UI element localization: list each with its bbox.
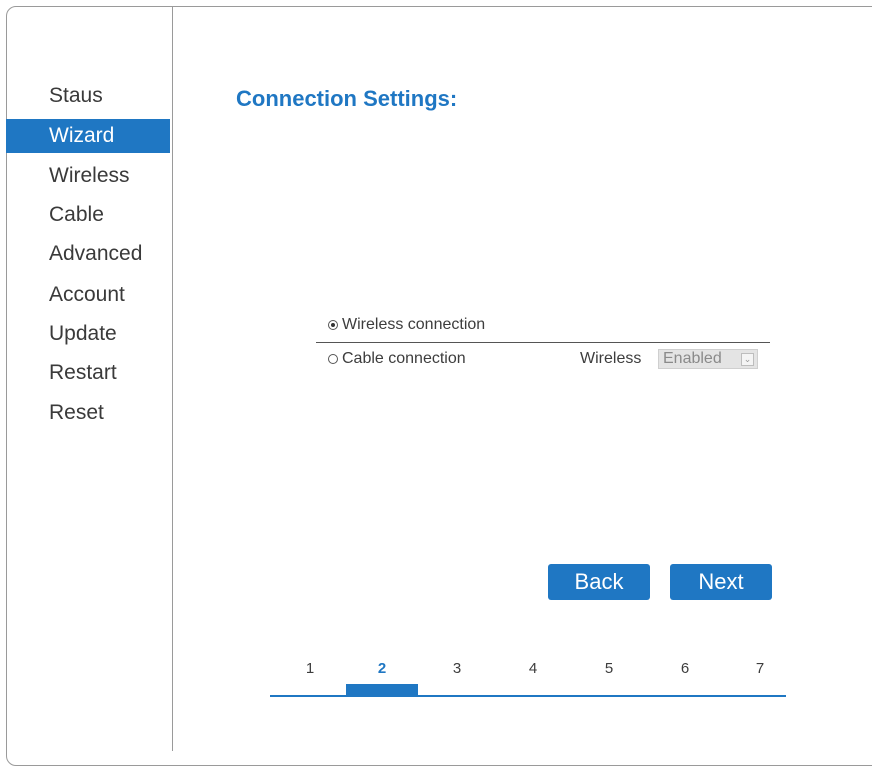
step-1[interactable]: 1 <box>300 660 320 677</box>
option-label: Wireless connection <box>342 316 486 333</box>
sidebar-item-wizard[interactable]: Wizard <box>6 119 170 153</box>
sidebar-item-label: Wizard <box>49 124 115 147</box>
sidebar-item-label: Restart <box>49 361 117 384</box>
step-7[interactable]: 7 <box>750 660 770 677</box>
radio-unchecked-icon[interactable] <box>328 354 338 364</box>
sidebar-item-restart[interactable]: Restart <box>6 356 170 390</box>
step-4[interactable]: 4 <box>523 660 543 677</box>
wireless-connection-option[interactable]: Wireless connection <box>328 316 485 334</box>
sidebar-item-label: Account <box>49 283 125 306</box>
sidebar-item-label: Advanced <box>49 242 143 265</box>
step-5[interactable]: 5 <box>599 660 619 677</box>
back-button[interactable]: Back <box>548 564 650 600</box>
sidebar-item-label: Wireless <box>49 164 130 187</box>
sidebar-item-reset[interactable]: Reset <box>6 396 170 430</box>
step-3[interactable]: 3 <box>447 660 467 677</box>
sidebar-item-account[interactable]: Account <box>6 278 170 312</box>
sidebar-item-label: Cable <box>49 203 104 226</box>
step-2[interactable]: 2 <box>372 660 392 677</box>
sidebar-divider <box>172 6 173 751</box>
sidebar-item-label: Staus <box>49 84 103 107</box>
next-button[interactable]: Next <box>670 564 772 600</box>
sidebar-item-cable[interactable]: Cable <box>6 198 170 232</box>
radio-checked-icon[interactable] <box>328 320 338 330</box>
wireless-select[interactable]: Enabled ⌄ <box>658 349 758 369</box>
wireless-select-value: Enabled <box>663 350 722 367</box>
sidebar-item-advanced[interactable]: Advanced <box>6 237 170 271</box>
sidebar-item-wireless[interactable]: Wireless <box>6 159 170 193</box>
sidebar-item-label: Reset <box>49 401 104 424</box>
page-title: Connection Settings: <box>236 86 458 111</box>
chevron-down-icon: ⌄ <box>741 353 754 366</box>
sidebar-item-update[interactable]: Update <box>6 317 170 351</box>
step-6[interactable]: 6 <box>675 660 695 677</box>
current-step-indicator <box>346 684 418 697</box>
wireless-label: Wireless <box>580 350 642 367</box>
sidebar-item-label: Update <box>49 322 117 345</box>
cable-connection-option[interactable]: Cable connection <box>328 350 466 368</box>
option-divider <box>316 342 770 343</box>
option-label: Cable connection <box>342 350 466 367</box>
sidebar-item-status[interactable]: Staus <box>6 79 170 113</box>
